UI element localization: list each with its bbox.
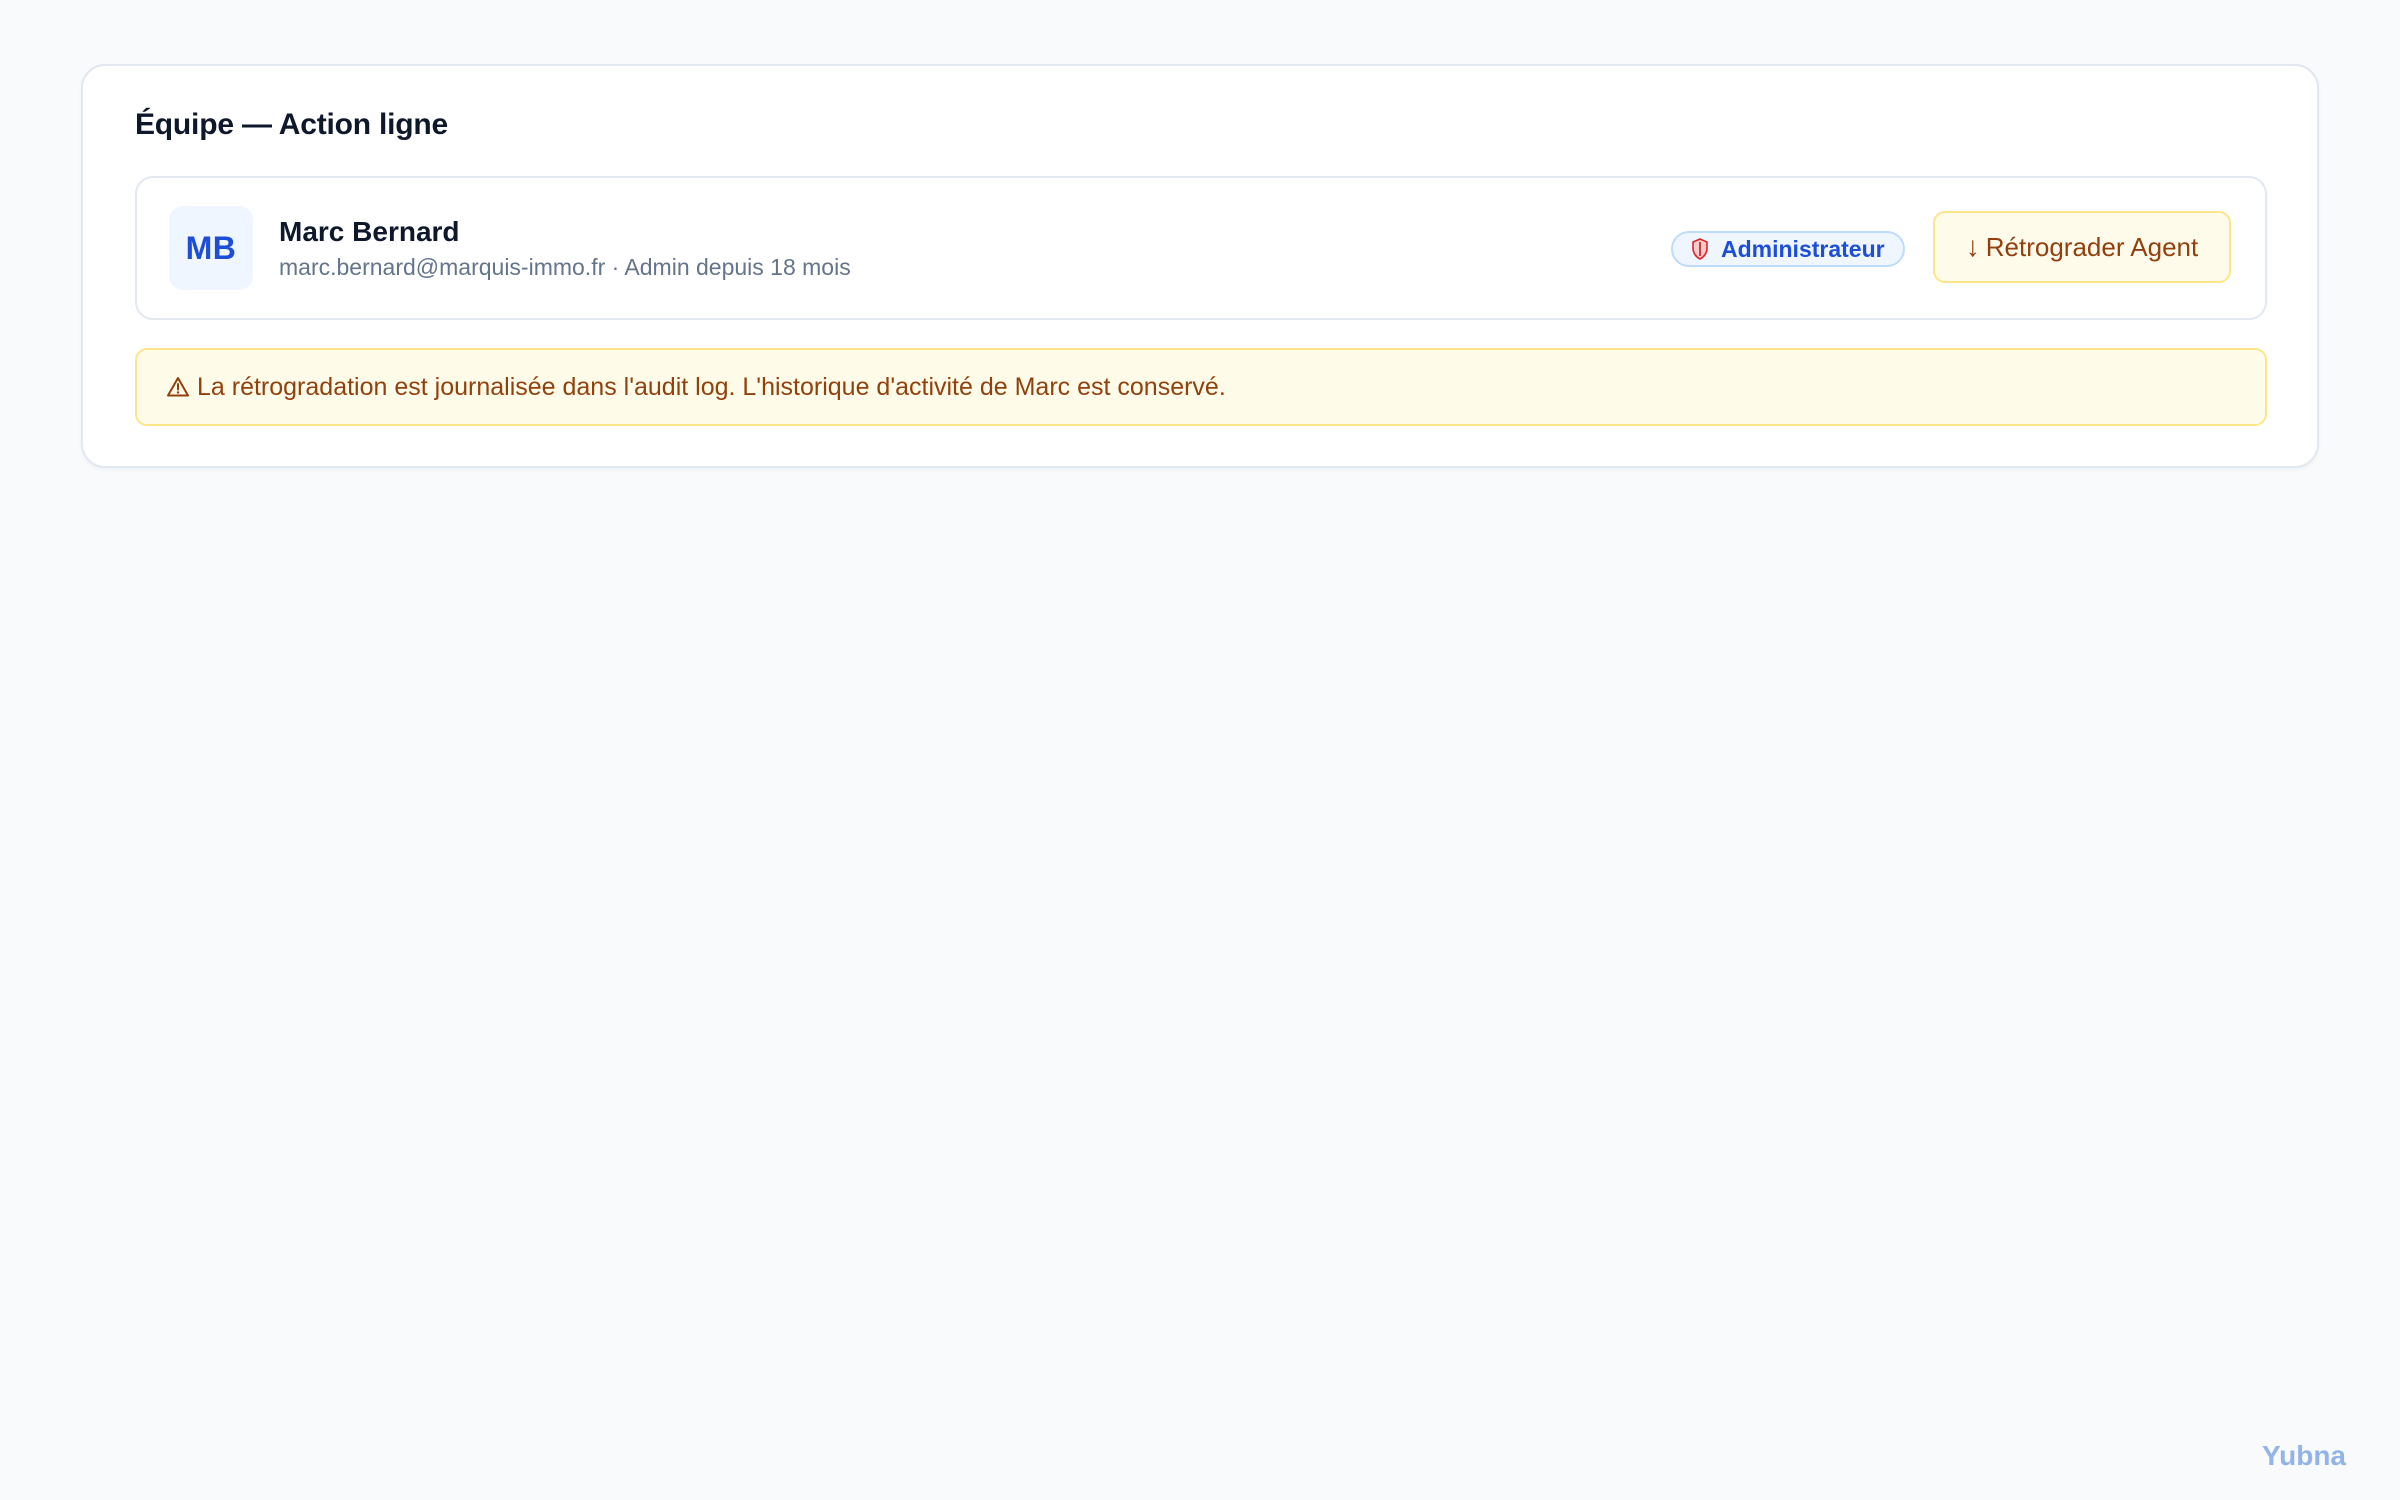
audit-notice: La rétrogradation est journalisée dans l… <box>135 348 2267 426</box>
demote-agent-button[interactable]: ↓ Rétrograder Agent <box>1933 211 2231 283</box>
team-action-card: Équipe — Action ligne MB Marc Bernard ma… <box>81 64 2319 468</box>
avatar: MB <box>169 206 253 290</box>
member-row: MB Marc Bernard marc.bernard@marquis-imm… <box>135 176 2267 320</box>
role-badge-label: Administrateur <box>1721 235 1885 262</box>
arrow-down-icon: ↓ <box>1965 231 1980 262</box>
member-meta: marc.bernard@marquis-immo.fr · Admin dep… <box>279 254 851 280</box>
role-badge: Administrateur <box>1671 231 1905 267</box>
brand-watermark: Yubna <box>2261 1440 2346 1471</box>
warning-icon <box>167 376 189 398</box>
member-name: Marc Bernard <box>279 216 460 247</box>
demote-button-label: Rétrograder Agent <box>1985 231 2199 262</box>
card-title: Équipe — Action ligne <box>135 108 449 141</box>
shield-icon <box>1691 238 1709 260</box>
notice-text: La rétrogradation est journalisée dans l… <box>197 372 1226 401</box>
